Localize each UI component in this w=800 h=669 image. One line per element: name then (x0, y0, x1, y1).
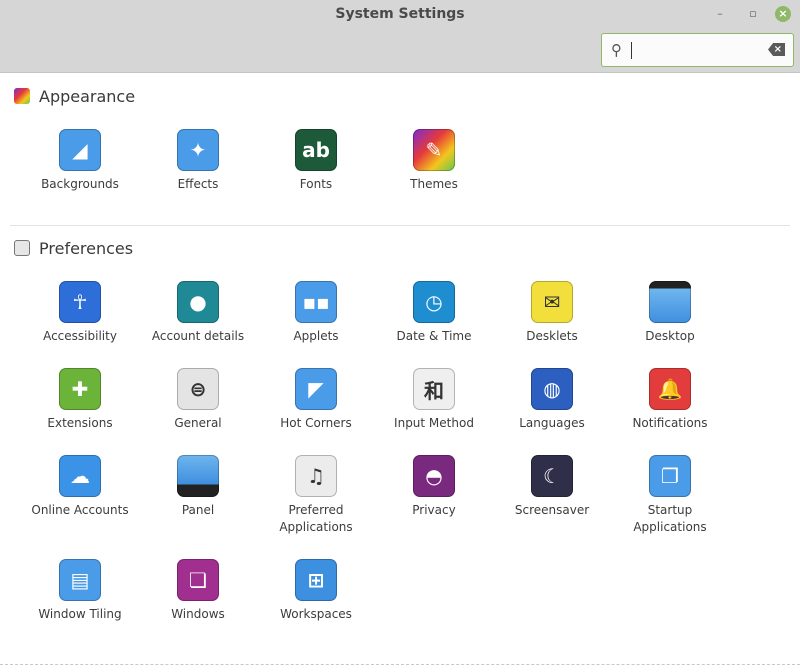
bottom-border (0, 664, 800, 665)
settings-item-screensaver[interactable]: ☾ Screensaver (493, 455, 611, 559)
item-label: Fonts (299, 177, 333, 191)
item-label: Workspaces (280, 607, 352, 621)
settings-item-themes[interactable]: ✎ Themes (375, 129, 493, 216)
themes-icon: ✎ (413, 129, 455, 171)
startup-icon: ❐ (649, 455, 691, 497)
windows-icon: ❏ (177, 559, 219, 601)
settings-item-panel[interactable]: Panel (139, 455, 257, 559)
appearance-icon (14, 88, 30, 104)
backgrounds-icon: ◢ (59, 129, 101, 171)
settings-item-notifications[interactable]: 🔔 Notifications (611, 368, 729, 455)
applets-icon: ▪▪ (295, 281, 337, 323)
toggles-icon: ⊜ (177, 368, 219, 410)
mask-icon: ◓ (413, 455, 455, 497)
settings-item-general[interactable]: ⊜ General (139, 368, 257, 455)
item-label: Windows (171, 607, 225, 621)
minimize-button[interactable]: – (712, 6, 728, 22)
globe-icon: ◍ (531, 368, 573, 410)
settings-item-startup-applications[interactable]: ❐ Startup Applications (611, 455, 729, 559)
hot-corners-icon: ◤ (295, 368, 337, 410)
panel-icon (177, 455, 219, 497)
section-title: Appearance (39, 86, 136, 106)
settings-item-window-tiling[interactable]: ▤ Window Tiling (21, 559, 139, 646)
item-label: Online Accounts (31, 503, 129, 517)
account-icon: ● (177, 281, 219, 323)
puzzle-icon: ✚ (59, 368, 101, 410)
restore-button[interactable]: ▫ (745, 6, 761, 22)
item-label: Backgrounds (41, 177, 119, 191)
item-label: Account details (151, 329, 245, 343)
section-header: Appearance (14, 86, 135, 106)
search-icon: ⚲ (611, 41, 622, 59)
item-label: Startup Applications (633, 503, 707, 534)
settings-item-desklets[interactable]: ✉ Desklets (493, 281, 611, 368)
item-label: Themes (410, 177, 458, 191)
settings-item-privacy[interactable]: ◓ Privacy (375, 455, 493, 559)
window-title: System Settings (335, 6, 465, 22)
item-label: Accessibility (43, 329, 117, 343)
settings-item-desktop[interactable]: Desktop (611, 281, 729, 368)
settings-item-windows[interactable]: ❏ Windows (139, 559, 257, 646)
settings-item-account-details[interactable]: ● Account details (139, 281, 257, 368)
settings-item-effects[interactable]: ✦ Effects (139, 129, 257, 216)
settings-item-input-method[interactable]: 和 Input Method (375, 368, 493, 455)
settings-item-fonts[interactable]: ab Fonts (257, 129, 375, 216)
section-title: Preferences (39, 238, 134, 258)
settings-item-date-time[interactable]: ◷ Date & Time (375, 281, 493, 368)
item-label: Languages (519, 416, 585, 430)
settings-item-preferred-applications[interactable]: ♫ Preferred Applications (257, 455, 375, 559)
item-label: Extensions (47, 416, 113, 430)
preferred-apps-icon: ♫ (295, 455, 337, 497)
section-header: Preferences (14, 238, 133, 258)
input-method-icon: 和 (413, 368, 455, 410)
item-label: Applets (293, 329, 339, 343)
window-tiling-icon: ▤ (59, 559, 101, 601)
settings-item-online-accounts[interactable]: ☁ Online Accounts (21, 455, 139, 559)
item-label: Effects (177, 177, 219, 191)
appearance-grid: ◢ Backgrounds ✦ Effects ab Fonts ✎ Themes (21, 129, 741, 216)
cloud-icon: ☁ (59, 455, 101, 497)
preferences-icon (14, 240, 30, 256)
settings-item-applets[interactable]: ▪▪ Applets (257, 281, 375, 368)
clock-icon: ◷ (413, 281, 455, 323)
settings-item-accessibility[interactable]: ☥ Accessibility (21, 281, 139, 368)
accessibility-icon: ☥ (59, 281, 101, 323)
settings-item-workspaces[interactable]: ⊞ Workspaces (257, 559, 375, 646)
search-input[interactable]: ⚲ × (601, 33, 794, 67)
section-divider (10, 225, 790, 226)
effects-icon: ✦ (177, 129, 219, 171)
item-label: Hot Corners (280, 416, 352, 430)
title-bar: System Settings – ▫ × ⚲ × (0, 0, 800, 73)
item-label: General (174, 416, 222, 430)
desklets-icon: ✉ (531, 281, 573, 323)
item-label: Preferred Applications (279, 503, 353, 534)
item-label: Desklets (526, 329, 578, 343)
item-label: Screensaver (514, 503, 590, 517)
item-label: Privacy (412, 503, 456, 517)
desktop-icon (649, 281, 691, 323)
fonts-icon: ab (295, 129, 337, 171)
item-label: Input Method (394, 416, 474, 430)
settings-item-hot-corners[interactable]: ◤ Hot Corners (257, 368, 375, 455)
workspaces-icon: ⊞ (295, 559, 337, 601)
settings-item-backgrounds[interactable]: ◢ Backgrounds (21, 129, 139, 216)
item-label: Window Tiling (38, 607, 122, 621)
bell-icon: 🔔 (649, 368, 691, 410)
close-button[interactable]: × (775, 6, 791, 22)
item-label: Desktop (645, 329, 695, 343)
item-label: Date & Time (396, 329, 472, 343)
item-label: Panel (181, 503, 215, 517)
moon-icon: ☾ (531, 455, 573, 497)
preferences-grid: ☥ Accessibility ● Account details ▪▪ Applets ◷… (21, 281, 741, 646)
clear-icon[interactable]: × (768, 43, 785, 56)
text-cursor (631, 42, 632, 59)
item-label: Notifications (632, 416, 708, 430)
settings-item-extensions[interactable]: ✚ Extensions (21, 368, 139, 455)
settings-item-languages[interactable]: ◍ Languages (493, 368, 611, 455)
